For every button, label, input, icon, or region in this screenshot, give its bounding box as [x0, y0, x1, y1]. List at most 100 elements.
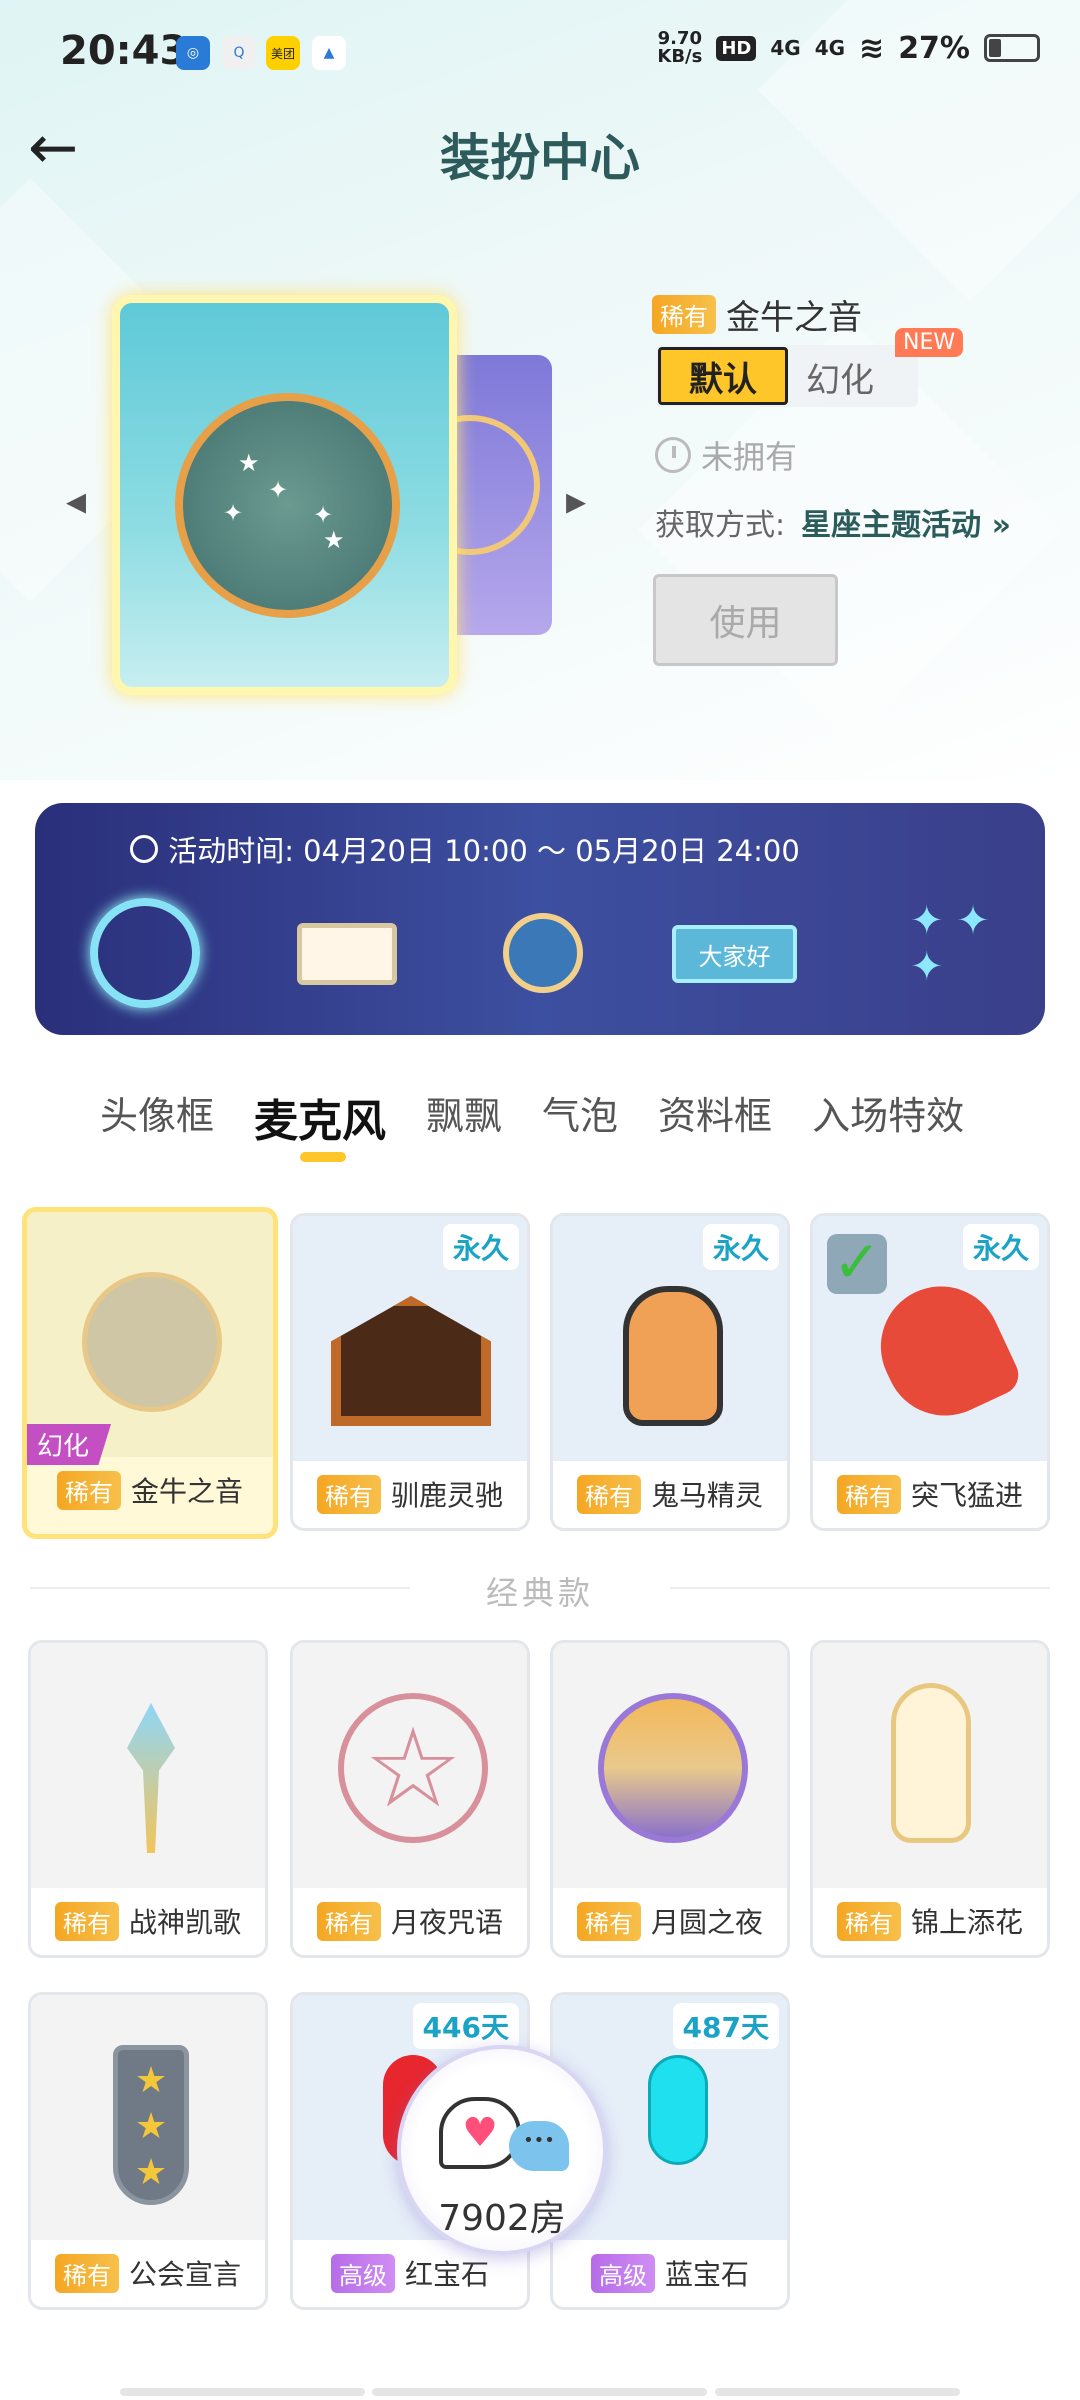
duration-badge: 487天 [672, 2003, 779, 2049]
item-card[interactable]: 稀有 战神凯歌 [28, 1640, 268, 1958]
tab-microphone[interactable]: 麦克风 [254, 1085, 386, 1149]
item-label: 稀有 公会宣言 [31, 2253, 265, 2293]
rarity-badge: 稀有 [54, 2253, 119, 2293]
item-card[interactable]: ☆ 稀有 月夜咒语 [290, 1640, 530, 1958]
browser-icon: ◎ [176, 36, 210, 70]
preview-item-name: 金牛之音 [726, 298, 862, 338]
item-image: ★ ★ ★ [31, 1995, 265, 2240]
star-icon: ✦ [223, 499, 244, 527]
signal-icon-2: 4G [814, 36, 846, 60]
floating-room-button[interactable]: ♥ ••• 7902房 [397, 2045, 607, 2255]
chat-bubble-reward: 大家好 [672, 925, 797, 983]
battery-fill [989, 39, 1001, 57]
mic-disk-image [82, 1272, 222, 1412]
duration-badge: 永久 [442, 1224, 519, 1270]
rocket-rabbit-image [861, 1266, 1025, 1436]
item-card[interactable]: 永久 稀有 鬼马精灵 [550, 1213, 790, 1531]
active-tab-indicator [300, 1152, 346, 1162]
rarity-badge: 稀有 [836, 1901, 901, 1941]
winged-scepter-image [127, 1703, 175, 1853]
star-icon: ✦ [268, 476, 289, 504]
next-arrow-icon[interactable]: ▸ [566, 478, 586, 524]
huanhua-option[interactable]: 幻化 [806, 353, 874, 402]
acquire-method: 获取方式: 星座主题活动 » [655, 500, 1011, 544]
item-image [27, 1212, 273, 1457]
rarity-badge: 稀有 [576, 1901, 641, 1941]
item-image: ☆ [293, 1643, 527, 1888]
item-label: 稀有 驯鹿灵驰 [293, 1474, 527, 1514]
item-card[interactable]: 永久 稀有 驯鹿灵驰 [290, 1213, 530, 1531]
rarity-badge: 稀有 [316, 1474, 381, 1514]
item-label: 高级 红宝石 [293, 2253, 527, 2293]
page-title: 装扮中心 [440, 129, 640, 187]
chat-bubble-icon: ••• [509, 2121, 569, 2171]
acquire-label: 获取方式: [655, 508, 786, 543]
rarity-badge: 高级 [590, 2253, 655, 2293]
rarity-badge: 稀有 [836, 1474, 901, 1514]
next-row-edge [120, 2388, 365, 2396]
star-icon: ★ [323, 526, 345, 554]
item-card[interactable]: 稀有 月圆之夜 [550, 1640, 790, 1958]
avatar-frame-reward [90, 898, 200, 1008]
full-moon-wolf-image [598, 1693, 748, 1843]
rarity-badge: 稀有 [576, 1474, 641, 1514]
event-banner[interactable]: 活动时间: 04月20日 10:00 ～ 05月20日 24:00 大家好 ✦ … [35, 803, 1045, 1035]
star-icon: ★ [238, 449, 260, 477]
preview-item-title: 稀有 金牛之音 [652, 290, 862, 339]
status-time: 20:43 [60, 28, 188, 74]
ghost-mic-image [623, 1286, 723, 1426]
duration-badge: 永久 [962, 1224, 1039, 1270]
acquire-link[interactable]: 星座主题活动 » [801, 500, 1011, 544]
use-button[interactable]: 使用 [653, 574, 838, 666]
signal-icon-1: 4G [770, 36, 801, 60]
status-right: 9.70 KB/s HD 4G 4G ≋ 27% [657, 30, 1040, 66]
meituan-icon: 美团 [266, 36, 300, 70]
taurus-mic-disk: ★ ✦ ✦ ✦ ★ [175, 393, 400, 618]
divider-right [670, 1587, 1050, 1589]
item-label: 稀有 锦上添花 [813, 1901, 1047, 1941]
reindeer-cabin-image [331, 1296, 491, 1426]
item-label: 稀有 月夜咒语 [293, 1901, 527, 1941]
tab-avatar-frame[interactable]: 头像框 [100, 1085, 214, 1149]
battery-icon [984, 34, 1040, 62]
item-card[interactable]: ✓ 永久 稀有 突飞猛进 [810, 1213, 1050, 1531]
battery-percent: 27% [898, 30, 970, 66]
app-icon: ▲ [312, 36, 346, 70]
event-time: 活动时间: 04月20日 10:00 ～ 05月20日 24:00 [35, 828, 895, 870]
item-card[interactable]: 稀有 锦上添花 [810, 1640, 1050, 1958]
item-label: 稀有 鬼马精灵 [553, 1474, 787, 1514]
duration-badge: 永久 [702, 1224, 779, 1270]
item-image [813, 1643, 1047, 1888]
network-speed: 9.70 KB/s [657, 28, 703, 67]
tab-profile-frame[interactable]: 资料框 [658, 1085, 772, 1149]
tab-bubble[interactable]: 气泡 [542, 1085, 618, 1149]
item-label: 稀有 战神凯歌 [31, 1901, 265, 1941]
stars-reward: ✦ ✦ ✦ [910, 898, 990, 990]
duration-badge: 446天 [412, 2003, 519, 2049]
checkmark-icon: ✓ [827, 1233, 887, 1294]
new-badge: NEW [895, 328, 964, 357]
default-option[interactable]: 默认 [658, 347, 788, 405]
star-icon: ✦ [313, 501, 334, 529]
tab-piaopiao[interactable]: 飘飘 [426, 1085, 502, 1149]
pentagram-image: ☆ [338, 1693, 488, 1843]
rarity-badge: 稀有 [316, 1901, 381, 1941]
item-label: 稀有 月圆之夜 [553, 1901, 787, 1941]
status-bar: 20:43 ◎ Q 美团 ▲ 9.70 KB/s HD 4G 4G ≋ 27% [0, 0, 1080, 110]
clock-icon [130, 835, 159, 863]
tab-entrance-effect[interactable]: 入场特效 [812, 1085, 964, 1149]
wifi-icon: ≋ [859, 30, 885, 66]
rarity-badge: 高级 [330, 2253, 395, 2293]
prev-arrow-icon[interactable]: ◂ [66, 478, 86, 524]
item-card[interactable]: 幻化 稀有 金牛之音 [22, 1207, 278, 1539]
double-chevron-icon: » [991, 508, 1011, 543]
item-card[interactable]: ★ ★ ★ 稀有 公会宣言 [28, 1992, 268, 2310]
profile-frame-reward [297, 923, 397, 985]
hd-icon: HD [716, 35, 757, 61]
taurus-badge-reward [503, 913, 583, 993]
item-label: 稀有 突飞猛进 [813, 1474, 1047, 1514]
item-image [553, 1643, 787, 1888]
item-label: 稀有 金牛之音 [27, 1470, 273, 1510]
category-tabs: 头像框 麦克风 飘飘 气泡 资料框 入场特效 [100, 1085, 1004, 1149]
room-number: 7902房 [438, 2198, 566, 2239]
